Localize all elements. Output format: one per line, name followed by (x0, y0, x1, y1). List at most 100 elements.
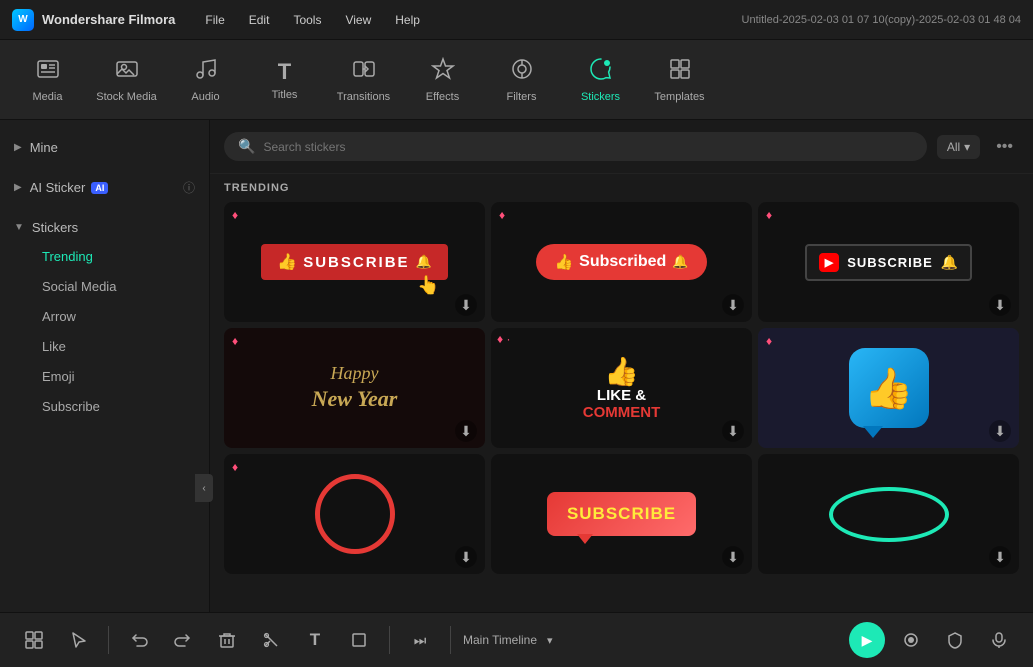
trending-label: TRENDING (210, 174, 1033, 202)
thumbsup-bubble: 👍 (849, 348, 929, 428)
sticker-card-happy-newyear[interactable]: ♦ Happy New Year ⬇ (224, 328, 485, 448)
sidebar: ▶ Mine ▶ AI Sticker AI ⓘ ▼ Stickers Tren… (0, 120, 210, 612)
content-area: 🔍 All ▾ ••• TRENDING ♦ 👍 SUBSCRIBE (210, 120, 1033, 612)
skip-button[interactable]: ⏭ (402, 622, 438, 658)
sticker-card-like-comment[interactable]: ♦ · 👍 LIKE & COMMENT ⬇ (491, 328, 752, 448)
download-icon[interactable]: ⬇ (455, 546, 477, 568)
sticker-card-thumbsup[interactable]: ♦ 👍 ⬇ (758, 328, 1019, 448)
download-icon[interactable]: ⬇ (722, 294, 744, 316)
tool-media[interactable]: Media (10, 46, 85, 114)
premium-badge: ♦ (766, 208, 772, 222)
record-button[interactable] (893, 622, 929, 658)
subscribed-text: Subscribed (579, 253, 666, 271)
transitions-icon (352, 57, 376, 87)
sticker-card-subscribed[interactable]: ♦ 👍 Subscribed 🔔 ⬇ (491, 202, 752, 322)
download-icon[interactable]: ⬇ (989, 294, 1011, 316)
tool-audio[interactable]: Audio (168, 46, 243, 114)
tool-audio-label: Audio (191, 91, 219, 103)
new-text: New Year (312, 385, 398, 414)
oval-teal-element (829, 487, 949, 542)
menu-help[interactable]: Help (385, 9, 430, 31)
premium-badge: ♦ (232, 334, 238, 348)
main-area: ▶ Mine ▶ AI Sticker AI ⓘ ▼ Stickers Tren… (0, 120, 1033, 612)
download-icon[interactable]: ⬇ (722, 546, 744, 568)
tool-stock-media[interactable]: Stock Media (89, 46, 164, 114)
templates-icon (668, 57, 692, 87)
sticker-card-subscribe-pink[interactable]: SUBSCRIBE ⬇ (491, 454, 752, 574)
mine-arrow-icon: ▶ (14, 142, 22, 153)
app-name: Wondershare Filmora (42, 12, 175, 27)
happy-text: Happy (312, 362, 398, 385)
ai-badge: AI (91, 182, 108, 194)
search-bar: 🔍 All ▾ ••• (210, 120, 1033, 174)
play-button[interactable]: ▶ (849, 622, 885, 658)
search-input-wrap: 🔍 (224, 132, 927, 161)
cut-button[interactable] (253, 622, 289, 658)
stickers-icon (589, 57, 613, 87)
filter-dropdown[interactable]: All ▾ (937, 135, 980, 159)
sidebar-item-social-media[interactable]: Social Media (6, 272, 203, 301)
download-icon[interactable]: ⬇ (455, 294, 477, 316)
download-icon[interactable]: ⬇ (722, 420, 744, 442)
sidebar-item-arrow[interactable]: Arrow (6, 302, 203, 331)
audio-icon (194, 57, 218, 87)
tool-media-label: Media (33, 91, 63, 103)
tool-effects[interactable]: Effects (405, 46, 480, 114)
stickers-arrow-icon: ▼ (14, 222, 24, 233)
sidebar-group-stickers[interactable]: ▼ Stickers (0, 214, 209, 241)
sidebar-item-trending[interactable]: Trending (6, 242, 203, 271)
redo-button[interactable] (165, 622, 201, 658)
tool-templates-label: Templates (654, 91, 704, 103)
filter-chevron-icon: ▾ (964, 140, 970, 154)
bottom-cursor-icon[interactable] (60, 622, 96, 658)
menu-file[interactable]: File (195, 9, 234, 31)
premium-badge: ♦ (766, 334, 772, 348)
search-input[interactable] (263, 140, 912, 154)
sidebar-item-subscribe[interactable]: Subscribe (6, 392, 203, 421)
app-logo: W Wondershare Filmora (12, 9, 175, 31)
bottom-layout-icon[interactable] (16, 622, 52, 658)
download-icon[interactable]: ⬇ (989, 420, 1011, 442)
sticker-card-oval-teal[interactable]: ⬇ (758, 454, 1019, 574)
menu-edit[interactable]: Edit (239, 9, 280, 31)
tool-filters[interactable]: Filters (484, 46, 559, 114)
timeline-dropdown-icon[interactable]: ▾ (547, 634, 553, 647)
shield-button[interactable] (937, 622, 973, 658)
sidebar-item-like[interactable]: Like (6, 332, 203, 361)
tool-transitions[interactable]: Transitions (326, 46, 401, 114)
tool-titles-label: Titles (272, 89, 298, 101)
ai-arrow-icon: ▶ (14, 182, 22, 193)
info-icon[interactable]: ⓘ (183, 179, 195, 196)
menu-view[interactable]: View (335, 9, 381, 31)
tool-templates[interactable]: Templates (642, 46, 717, 114)
menu-tools[interactable]: Tools (283, 9, 331, 31)
mic-button[interactable] (981, 622, 1017, 658)
premium-badge: ♦ (232, 460, 238, 474)
timeline-label: Main Timeline (463, 633, 537, 647)
undo-button[interactable] (121, 622, 157, 658)
download-icon[interactable]: ⬇ (455, 420, 477, 442)
tool-transitions-label: Transitions (337, 91, 390, 103)
sidebar-group-mine[interactable]: ▶ Mine (0, 134, 209, 161)
premium-badge: ♦ · (497, 332, 510, 346)
sticker-card-subscribe-red[interactable]: ♦ 👍 SUBSCRIBE 🔔 👆 ⬇ (224, 202, 485, 322)
filter-label: All (947, 140, 960, 154)
sidebar-group-ai[interactable]: ▶ AI Sticker AI ⓘ (0, 173, 209, 202)
delete-button[interactable] (209, 622, 245, 658)
sidebar-collapse-button[interactable]: ‹ (195, 474, 213, 502)
window-title: Untitled-2025-02-03 01 07 10(copy)-2025-… (742, 14, 1021, 26)
media-icon (36, 57, 60, 87)
tool-effects-label: Effects (426, 91, 459, 103)
more-options-button[interactable]: ••• (990, 134, 1019, 160)
download-icon[interactable]: ⬇ (989, 546, 1011, 568)
sticker-card-subscribe-yt[interactable]: ♦ ▶ SUBSCRIBE 🔔 ⬇ (758, 202, 1019, 322)
sticker-card-circle-red[interactable]: ♦ ⬇ (224, 454, 485, 574)
tool-filters-label: Filters (507, 91, 537, 103)
text-button[interactable]: T (297, 622, 333, 658)
app-logo-icon: W (12, 9, 34, 31)
stock-media-icon (115, 57, 139, 87)
tool-stickers[interactable]: Stickers (563, 46, 638, 114)
crop-button[interactable] (341, 622, 377, 658)
sidebar-item-emoji[interactable]: Emoji (6, 362, 203, 391)
tool-titles[interactable]: T Titles (247, 46, 322, 114)
